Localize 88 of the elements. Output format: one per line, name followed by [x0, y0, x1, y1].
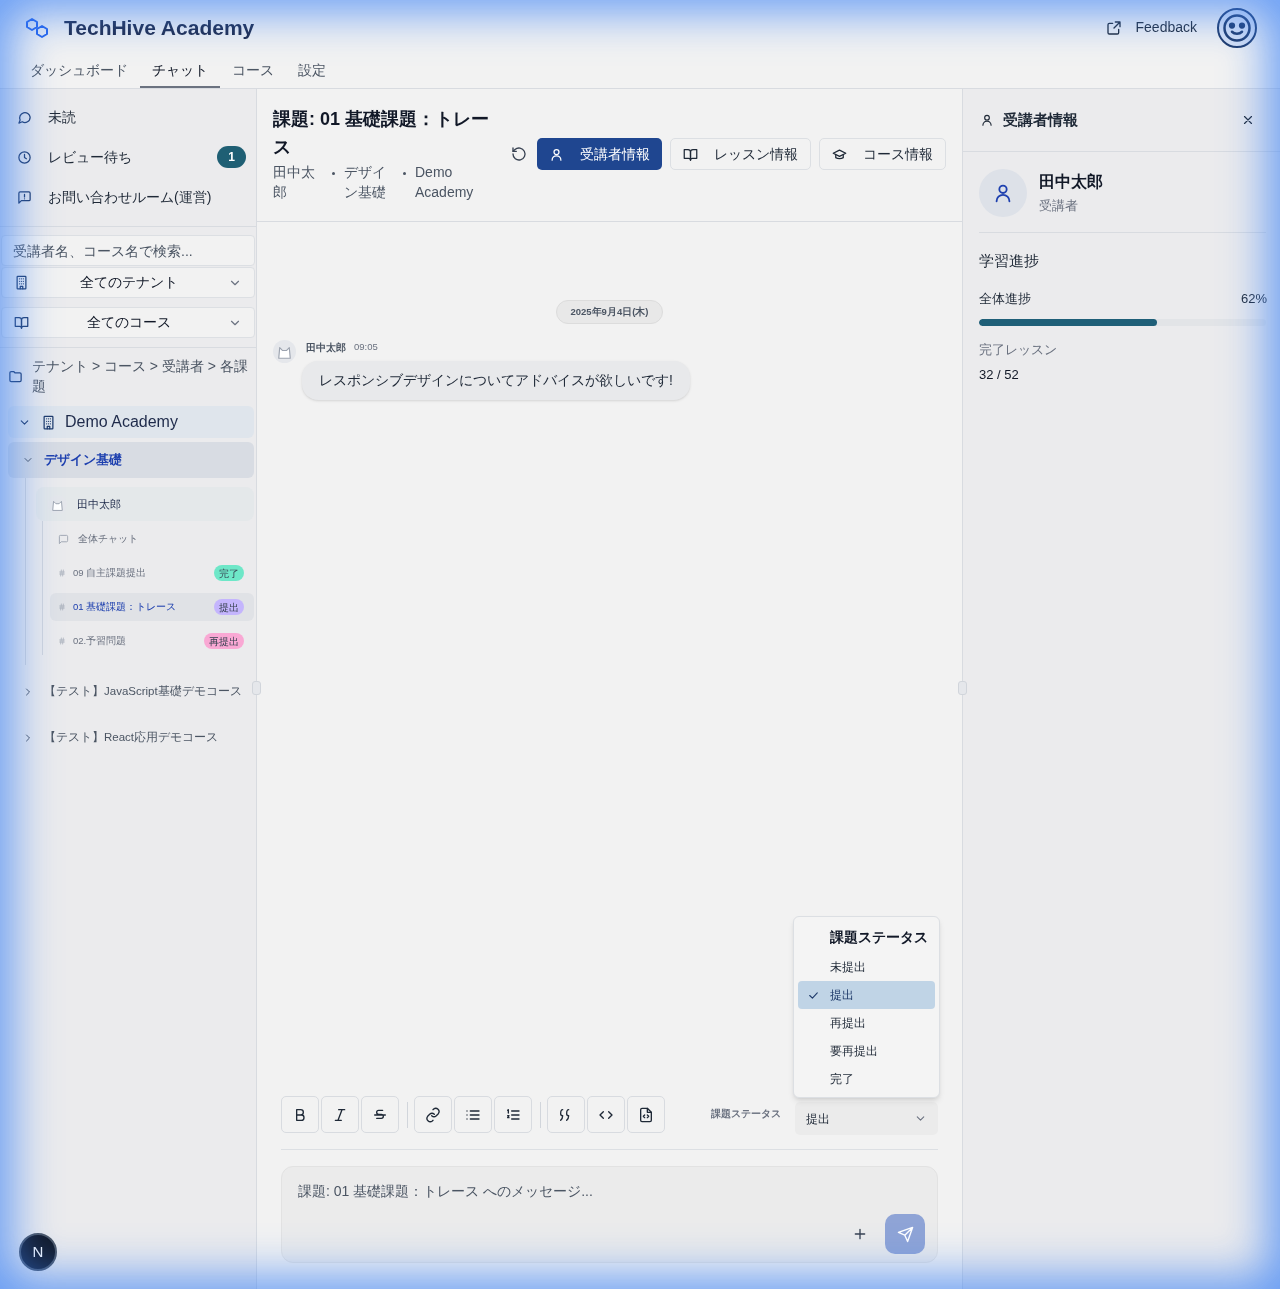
filter-dropdown[interactable]: 全てのコース — [1, 307, 255, 338]
format-button[interactable] — [414, 1096, 452, 1133]
tenant-item[interactable]: Demo Academy — [8, 406, 254, 438]
menu-title: 課題ステータス — [829, 927, 929, 947]
nav-tab[interactable]: 設定 — [286, 55, 338, 88]
meta-text: 田中太郎 — [273, 163, 316, 202]
numbered-list-icon — [505, 1106, 521, 1123]
status-badge: 再提出 — [204, 633, 244, 649]
section-title: 学習進捗 — [979, 251, 1040, 271]
nav-tab[interactable]: コース — [220, 55, 286, 88]
info-tab[interactable]: レッスン情報 — [670, 138, 811, 170]
building-icon — [14, 275, 29, 290]
user-icon — [980, 113, 994, 127]
meta-text: デザイン基礎 — [344, 163, 387, 202]
status-label: 課題ステータス — [711, 1107, 781, 1122]
chat-title: 課題: 01 基礎課題：トレース — [273, 108, 491, 159]
info-tab[interactable]: 受講者情報 — [537, 138, 662, 170]
format-button[interactable] — [454, 1096, 492, 1133]
channel-item[interactable]: 01 基礎課題：トレース 提出 — [50, 593, 254, 621]
student-role: 受講者 — [1039, 196, 1079, 215]
chat-bubble-icon — [17, 109, 32, 125]
message-alert-icon — [17, 189, 32, 205]
hash-icon — [58, 603, 66, 611]
smiling-face-icon — [1222, 12, 1252, 43]
book-icon — [683, 146, 698, 162]
channel-item[interactable]: 全体チャット — [50, 525, 254, 553]
course-item[interactable]: 【テスト】React応用デモコース — [8, 720, 254, 756]
channel-item[interactable]: 09 自主課題提出 完了 — [50, 559, 254, 587]
folder-icon — [8, 368, 23, 384]
panel-title: 受講者情報 — [1003, 109, 1079, 130]
message-bubble: レスポンシブデザインについてアドバイスが欲しいです! — [302, 361, 690, 400]
hexagons-logo-icon — [23, 15, 51, 40]
student-item[interactable]: 田中太郎 — [36, 487, 254, 521]
menu-option[interactable]: 再提出 — [798, 1009, 935, 1037]
status-badge: 提出 — [214, 599, 244, 615]
menu-option[interactable]: 要再提出 — [798, 1037, 935, 1065]
profile-avatar[interactable] — [1217, 7, 1257, 48]
code-file-icon — [638, 1106, 654, 1123]
format-button[interactable] — [627, 1096, 665, 1133]
status-select[interactable]: 提出 — [795, 1102, 938, 1135]
sidebar-link[interactable]: お問い合わせルーム(運営) — [0, 177, 256, 217]
format-button[interactable] — [281, 1096, 319, 1133]
graduation-cap-icon — [832, 146, 847, 162]
count-badge: 1 — [217, 146, 246, 168]
sidebar-link[interactable]: 未読 — [0, 97, 256, 137]
format-button[interactable] — [361, 1096, 399, 1133]
chat-bubble-icon — [58, 533, 69, 545]
info-tab[interactable]: コース情報 — [819, 138, 946, 170]
clock-icon — [17, 149, 32, 165]
refresh-icon — [511, 146, 527, 162]
resize-handle[interactable] — [252, 681, 261, 695]
link-icon — [425, 1106, 441, 1123]
search-field[interactable]: 受講者名、コース名で検索... — [1, 235, 255, 266]
message-time: 09:05 — [354, 340, 378, 355]
menu-option[interactable]: 完了 — [798, 1065, 935, 1093]
message-input[interactable]: 課題: 01 基礎課題：トレース へのメッセージ... — [298, 1181, 921, 1202]
app-title: TechHive Academy — [64, 14, 255, 41]
menu-option[interactable]: 提出 — [798, 981, 935, 1009]
plus-icon — [852, 1226, 868, 1242]
filter-dropdown[interactable]: 全てのテナント — [1, 267, 255, 298]
meta-text: Demo Academy — [415, 163, 475, 202]
completed-value: 32 / 52 — [979, 365, 1020, 384]
dev-badge[interactable]: N — [19, 1233, 57, 1271]
menu-option[interactable]: 未提出 — [798, 953, 935, 981]
status-badge: 完了 — [214, 565, 244, 581]
sidebar-link[interactable]: レビュー待ち 1 — [0, 137, 256, 177]
feedback-button[interactable]: Feedback — [1105, 17, 1197, 38]
cat-avatar-icon — [273, 340, 296, 363]
hash-icon — [58, 637, 66, 645]
book-icon — [14, 315, 29, 330]
tree-caption: テナント > コース > 受講者 > 各課題 — [32, 357, 249, 396]
close-icon — [1241, 113, 1255, 127]
course-item[interactable]: デザイン基礎 — [8, 442, 254, 478]
send-icon — [896, 1225, 914, 1243]
share-icon — [1105, 19, 1122, 36]
user-icon — [549, 146, 564, 162]
hash-icon — [58, 569, 66, 577]
course-item[interactable]: 【テスト】JavaScript基礎デモコース — [8, 674, 254, 710]
message-author: 田中太郎 — [306, 341, 346, 355]
completed-label: 完了レッスン — [979, 341, 1058, 359]
student-name: 田中太郎 — [1039, 171, 1103, 192]
channel-item[interactable]: 02.予習問題 再提出 — [50, 627, 254, 655]
format-button[interactable] — [494, 1096, 532, 1133]
progress-label: 全体進捗 — [979, 289, 1031, 308]
italic-icon — [332, 1106, 348, 1123]
progress-reading: 62% — [1240, 289, 1267, 308]
nav-tab[interactable]: ダッシュボード — [18, 55, 140, 88]
building-icon — [41, 414, 56, 430]
